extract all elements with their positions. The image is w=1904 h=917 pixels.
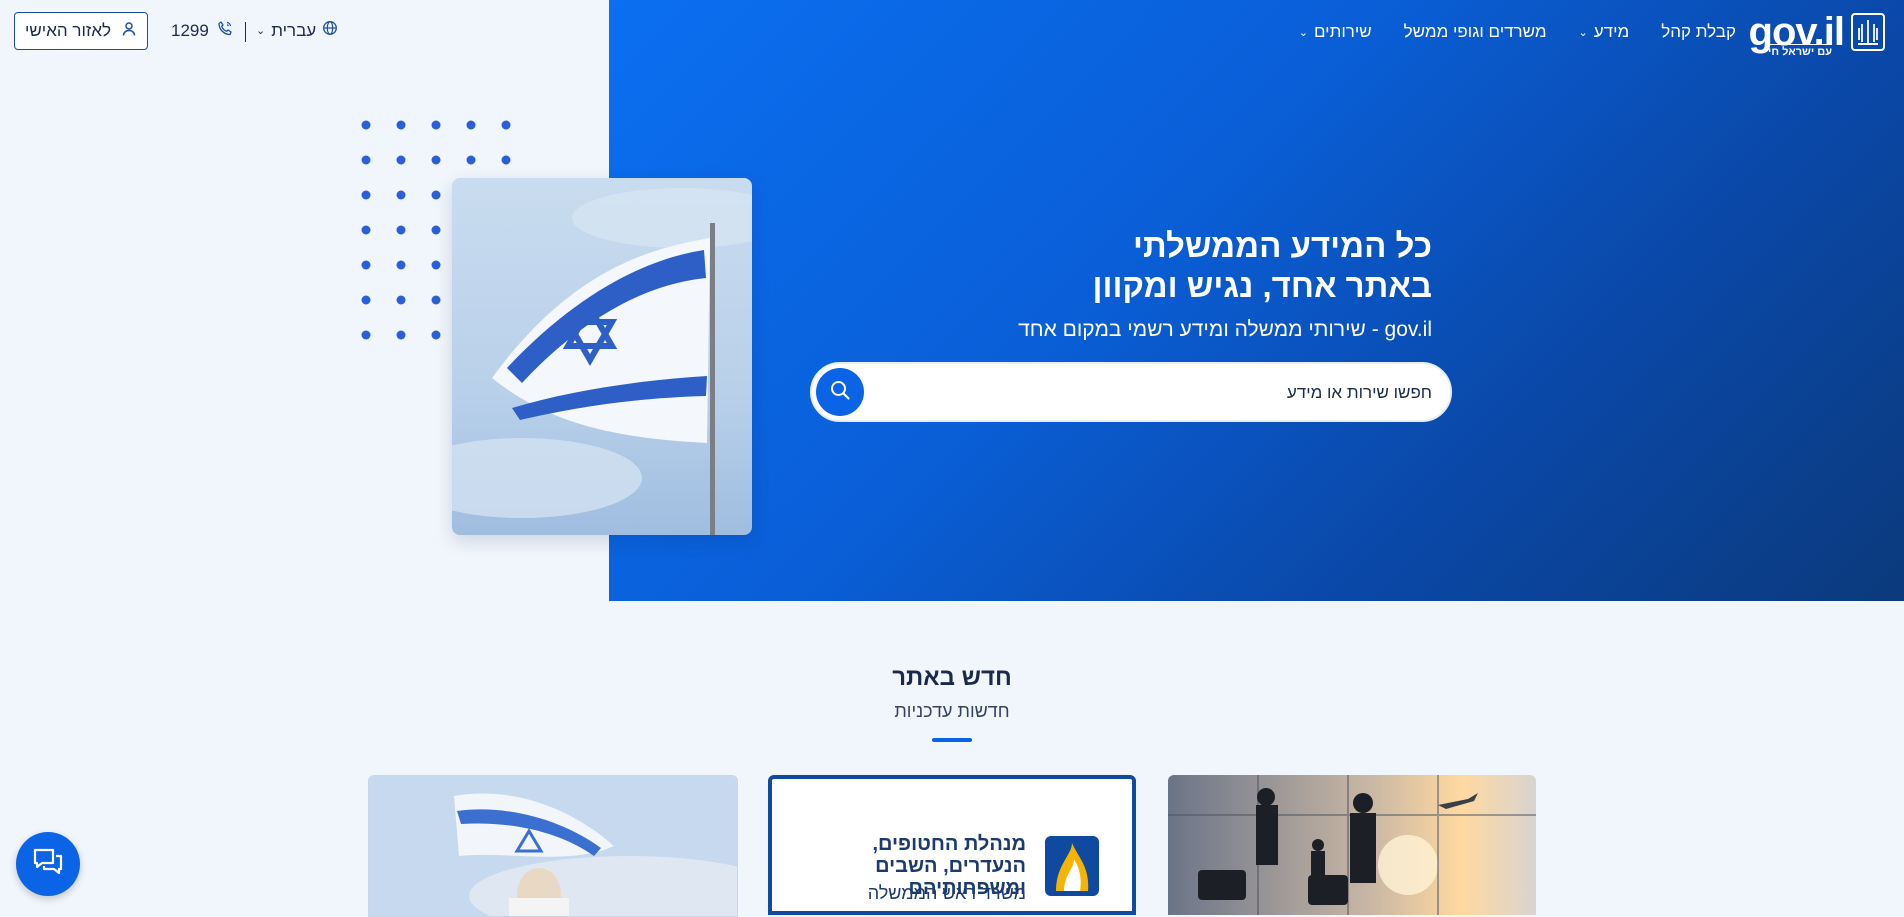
menorah-emblem-icon <box>1044 835 1100 902</box>
main-nav: שירותים ⌄ משרדים וגופי ממשל מידע ⌄ קבלת … <box>1299 0 1736 64</box>
news-card-airport[interactable] <box>1168 775 1536 915</box>
hero-flag-image <box>452 178 752 535</box>
nav-item-info[interactable]: מידע ⌄ <box>1579 22 1630 42</box>
hero-subtitle: gov.il - שירותי ממשלה ומידע רשמי במקום א… <box>1018 318 1432 341</box>
chevron-down-icon: ⌄ <box>1298 26 1308 39</box>
nav-item-label: שירותים <box>1313 22 1372 41</box>
hero-title-line1: כל המידע הממשלתי <box>1133 227 1432 264</box>
personal-area-label: לאזור האישי <box>24 21 112 40</box>
chevron-down-icon: ⌄ <box>256 25 266 37</box>
user-icon <box>121 21 137 42</box>
nav-item-label: קבלת קהל <box>1661 22 1736 41</box>
section-title: חדש באתר <box>892 664 1012 691</box>
search-input[interactable] <box>870 364 1434 422</box>
news-card-flag[interactable] <box>368 775 738 917</box>
nav-item-services[interactable]: שירותים ⌄ <box>1299 22 1372 42</box>
globe-icon <box>322 20 338 41</box>
divider <box>245 22 246 42</box>
search-icon <box>829 379 851 406</box>
nav-item-label: משרדים וגופי ממשל <box>1403 22 1547 41</box>
site-logo[interactable]: gov.il עם ישראל חי <box>1749 4 1886 60</box>
nav-item-label: מידע <box>1593 22 1630 41</box>
nav-item-reception[interactable]: קבלת קהל <box>1661 22 1736 42</box>
nav-item-offices[interactable]: משרדים וגופי ממשל <box>1404 22 1547 42</box>
card-subheading: משרד ראש הממשלה <box>867 883 1026 903</box>
hero-title-line2: באתר אחד, נגיש ומקוון <box>1092 267 1432 304</box>
section-underline <box>932 738 972 742</box>
gov-emblem-icon <box>1850 12 1886 57</box>
chevron-down-icon: ⌄ <box>1578 26 1588 39</box>
personal-area-button[interactable]: לאזור האישי <box>14 12 148 50</box>
logo-tagline: עם ישראל חי <box>1768 44 1832 58</box>
utility-bar: לאזור האישי 1299 עברית ⌄ <box>0 0 609 64</box>
news-card-hostages[interactable]: מנהלת החטופים, הנעדרים, השבים ומשפחותיהם… <box>768 775 1136 915</box>
section-subtitle: חדשות עדכניות <box>894 701 1010 721</box>
search-bar <box>810 362 1452 422</box>
hero-title: כל המידע הממשלתי באתר אחד, נגיש ומקוון <box>1093 226 1432 306</box>
top-navigation: gov.il עם ישראל חי שירותים ⌄ משרדים וגופ… <box>609 0 1904 64</box>
chat-button[interactable] <box>16 832 80 896</box>
phone-number: 1299 <box>171 20 209 40</box>
phone-link[interactable]: 1299 <box>171 20 233 41</box>
chat-icon <box>32 846 64 883</box>
search-button[interactable] <box>816 368 864 416</box>
language-selector[interactable]: עברית ⌄ <box>256 20 338 41</box>
phone-icon <box>217 20 233 41</box>
language-label: עברית <box>271 20 317 40</box>
